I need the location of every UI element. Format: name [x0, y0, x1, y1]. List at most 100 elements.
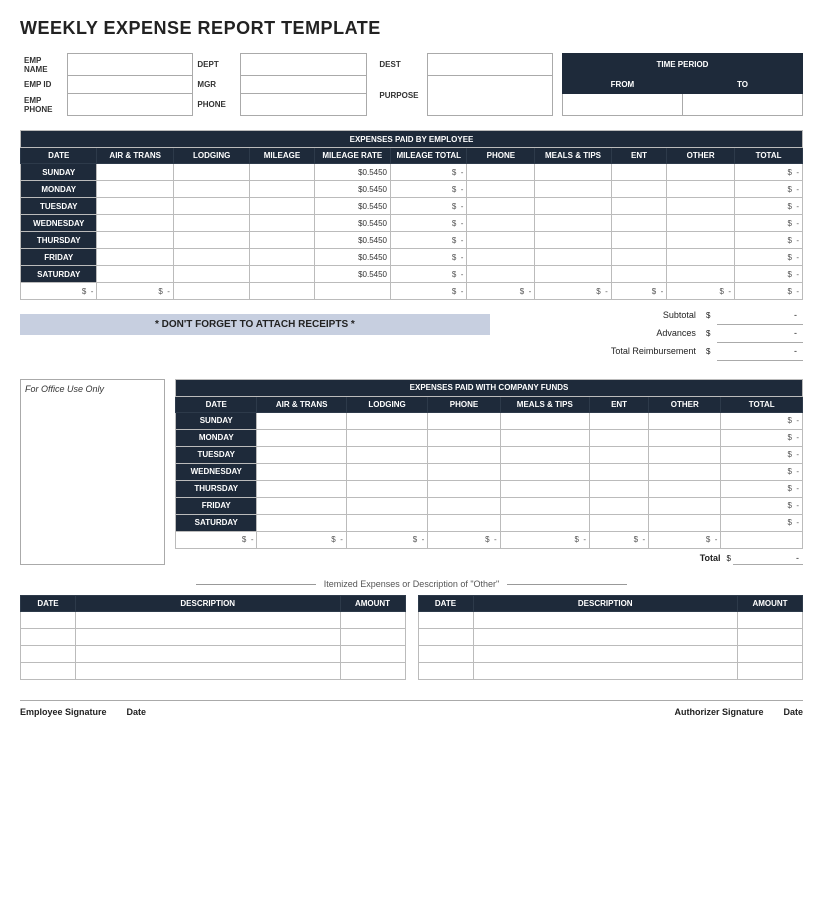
mgr-value[interactable] — [240, 76, 366, 94]
cf-lodging-cell[interactable] — [346, 497, 427, 514]
phone-cell[interactable] — [467, 198, 535, 215]
cf-phone-cell[interactable] — [428, 480, 500, 497]
dept-value[interactable] — [240, 54, 366, 76]
cf-meals-cell[interactable] — [500, 480, 589, 497]
ent-cell[interactable] — [611, 249, 667, 266]
cf-phone-cell[interactable] — [428, 463, 500, 480]
meals-cell[interactable] — [535, 232, 611, 249]
cf-total-cell[interactable]: $ - — [721, 412, 803, 429]
cf-phone-cell[interactable] — [428, 514, 500, 531]
other-cell[interactable] — [667, 249, 735, 266]
air-trans-cell[interactable] — [97, 164, 173, 181]
it-date-cell[interactable] — [21, 645, 76, 662]
cf-ent-cell[interactable] — [590, 446, 649, 463]
other-cell[interactable] — [667, 232, 735, 249]
it-desc-cell[interactable] — [473, 645, 738, 662]
lodging-cell[interactable] — [173, 232, 249, 249]
cf-ent-cell[interactable] — [590, 514, 649, 531]
cf-meals-cell[interactable] — [500, 463, 589, 480]
cf-air-trans-cell[interactable] — [257, 480, 346, 497]
cf-air-trans-cell[interactable] — [257, 446, 346, 463]
it-desc-cell[interactable] — [473, 611, 738, 628]
company-total-value[interactable]: - — [733, 552, 803, 565]
it-desc-cell[interactable] — [76, 611, 341, 628]
other-cell[interactable] — [667, 181, 735, 198]
it-desc-cell[interactable] — [473, 628, 738, 645]
cf-ent-cell[interactable] — [590, 412, 649, 429]
cf-total-cell[interactable]: $ - — [721, 497, 803, 514]
mileage-cell[interactable] — [250, 164, 314, 181]
emp-phone-value[interactable] — [67, 94, 193, 116]
total-cell[interactable]: $ - — [735, 266, 803, 283]
cf-other-cell[interactable] — [649, 514, 721, 531]
mileage-total-cell[interactable]: $ - — [391, 249, 467, 266]
ent-cell[interactable] — [611, 164, 667, 181]
mileage-cell[interactable] — [250, 232, 314, 249]
cf-total-cell[interactable]: $ - — [721, 514, 803, 531]
cf-total-cell[interactable]: $ - — [721, 429, 803, 446]
it-desc-cell[interactable] — [76, 628, 341, 645]
cf-meals-cell[interactable] — [500, 412, 589, 429]
air-trans-cell[interactable] — [97, 215, 173, 232]
it-amount-cell[interactable] — [340, 611, 405, 628]
cf-phone-cell[interactable] — [428, 446, 500, 463]
lodging-cell[interactable] — [173, 249, 249, 266]
lodging-cell[interactable] — [173, 198, 249, 215]
it-desc-cell[interactable] — [76, 645, 341, 662]
emp-name-value[interactable] — [67, 54, 193, 76]
cf-air-trans-cell[interactable] — [257, 429, 346, 446]
phone-cell[interactable] — [467, 164, 535, 181]
cf-meals-cell[interactable] — [500, 446, 589, 463]
total-cell[interactable]: $ - — [735, 164, 803, 181]
cf-other-cell[interactable] — [649, 446, 721, 463]
cf-other-cell[interactable] — [649, 429, 721, 446]
subtotal-value[interactable]: - — [717, 306, 803, 324]
purpose-value[interactable] — [427, 76, 553, 116]
mileage-total-cell[interactable]: $ - — [391, 198, 467, 215]
it-desc-cell[interactable] — [76, 662, 341, 679]
mileage-cell[interactable] — [250, 266, 314, 283]
other-cell[interactable] — [667, 164, 735, 181]
from-value[interactable] — [562, 94, 682, 116]
cf-air-trans-cell[interactable] — [257, 463, 346, 480]
ent-cell[interactable] — [611, 232, 667, 249]
cf-lodging-cell[interactable] — [346, 514, 427, 531]
total-cell[interactable]: $ - — [735, 232, 803, 249]
ent-cell[interactable] — [611, 266, 667, 283]
meals-cell[interactable] — [535, 215, 611, 232]
phone-value[interactable] — [240, 94, 366, 116]
air-trans-cell[interactable] — [97, 232, 173, 249]
cf-other-cell[interactable] — [649, 412, 721, 429]
mileage-cell[interactable] — [250, 249, 314, 266]
air-trans-cell[interactable] — [97, 181, 173, 198]
total-cell[interactable]: $ - — [735, 249, 803, 266]
cf-air-trans-cell[interactable] — [257, 514, 346, 531]
it-date-cell[interactable] — [418, 611, 473, 628]
other-cell[interactable] — [667, 266, 735, 283]
cf-ent-cell[interactable] — [590, 463, 649, 480]
cf-other-cell[interactable] — [649, 497, 721, 514]
phone-cell[interactable] — [467, 249, 535, 266]
other-cell[interactable] — [667, 215, 735, 232]
it-date-cell[interactable] — [418, 645, 473, 662]
cf-phone-cell[interactable] — [428, 429, 500, 446]
mileage-total-cell[interactable]: $ - — [391, 232, 467, 249]
reimbursement-value[interactable]: - — [717, 342, 803, 360]
cf-air-trans-cell[interactable] — [257, 412, 346, 429]
mileage-cell[interactable] — [250, 198, 314, 215]
cf-lodging-cell[interactable] — [346, 463, 427, 480]
cf-phone-cell[interactable] — [428, 497, 500, 514]
mileage-cell[interactable] — [250, 181, 314, 198]
cf-air-trans-cell[interactable] — [257, 497, 346, 514]
it-date-cell[interactable] — [21, 628, 76, 645]
cf-lodging-cell[interactable] — [346, 412, 427, 429]
mileage-cell[interactable] — [250, 215, 314, 232]
cf-meals-cell[interactable] — [500, 429, 589, 446]
meals-cell[interactable] — [535, 164, 611, 181]
other-cell[interactable] — [667, 198, 735, 215]
meals-cell[interactable] — [535, 249, 611, 266]
mileage-total-cell[interactable]: $ - — [391, 164, 467, 181]
cf-total-cell[interactable]: $ - — [721, 463, 803, 480]
lodging-cell[interactable] — [173, 266, 249, 283]
dest-value[interactable] — [427, 54, 553, 76]
